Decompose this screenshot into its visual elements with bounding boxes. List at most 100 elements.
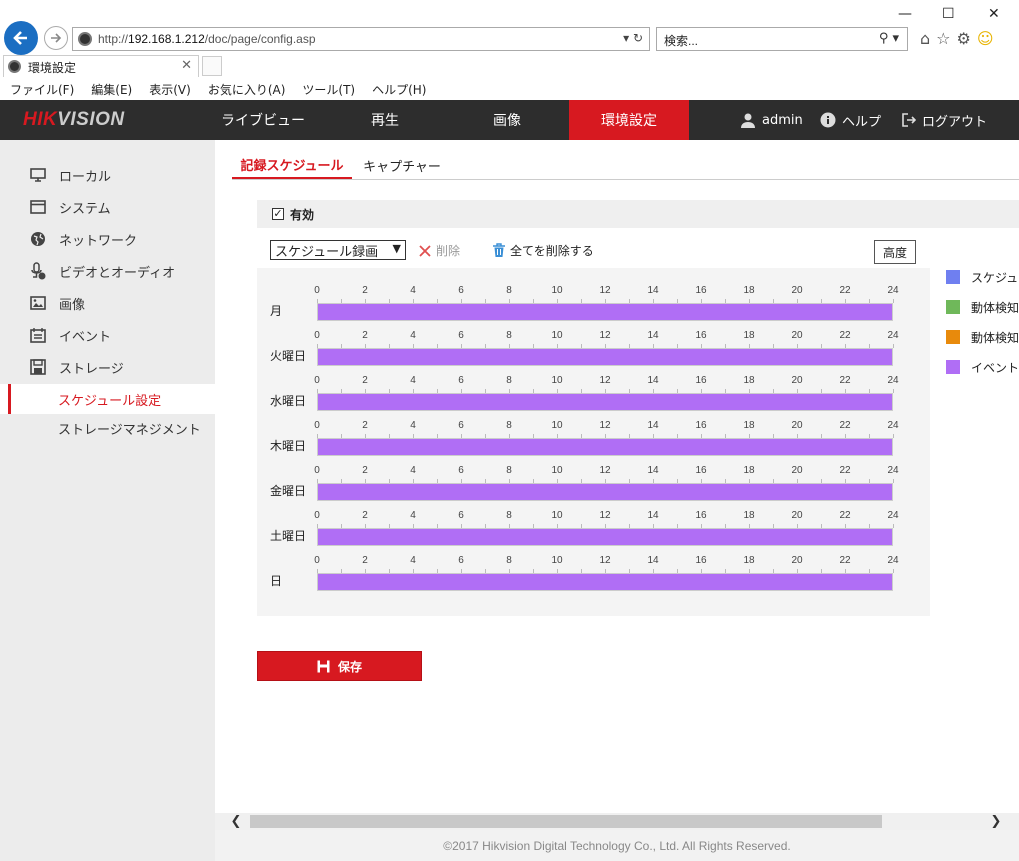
tick-label: 20 (791, 420, 803, 431)
close-window-button[interactable]: ✕ (988, 6, 1000, 22)
scroll-left-icon[interactable]: ❮ (227, 813, 245, 830)
schedule-segment[interactable] (318, 349, 892, 365)
tab-capture[interactable]: キャプチャー (352, 152, 452, 179)
horizontal-scrollbar[interactable]: ❮ ❯ (215, 813, 1019, 830)
day-schedule-bar[interactable] (317, 393, 893, 411)
schedule-segment[interactable] (318, 529, 892, 545)
help-link[interactable]: ヘルプ (820, 100, 881, 140)
tick-label: 12 (599, 420, 611, 431)
schedule-type-value: スケジュール録画 (275, 244, 379, 260)
sidebar-item-event[interactable]: イベント (0, 320, 215, 350)
legend-item: 動体検知 (946, 328, 1019, 346)
tab-close-icon[interactable]: ✕ (181, 58, 192, 73)
browser-search-box[interactable]: 検索... ⚲ ▾ (656, 27, 908, 51)
user-menu[interactable]: admin (740, 100, 803, 140)
tick-label: 0 (314, 555, 320, 566)
scroll-right-icon[interactable]: ❯ (987, 813, 1005, 830)
back-button[interactable] (4, 21, 38, 55)
address-controls[interactable]: ▾ ↻ (623, 31, 643, 45)
dropdown-icon[interactable]: ▾ (623, 31, 629, 45)
hour-tick (893, 389, 894, 393)
schedule-segment[interactable] (318, 304, 892, 320)
menu-view[interactable]: 表示(V) (149, 81, 191, 98)
home-icon[interactable]: ⌂ (920, 29, 930, 48)
tab-title: 環境設定 (28, 61, 77, 75)
menu-edit[interactable]: 編集(E) (91, 81, 132, 98)
new-tab-button[interactable] (202, 56, 222, 76)
advanced-button[interactable]: 高度 (874, 240, 916, 264)
day-schedule-bar[interactable] (317, 303, 893, 321)
sub-tabs: 記録スケジュール キャプチャー (232, 152, 1019, 180)
nav-live-view[interactable]: ライブビュー (203, 100, 323, 140)
day-schedule-bar[interactable] (317, 483, 893, 501)
favorites-star-icon[interactable]: ☆ (936, 29, 950, 48)
sidebar-item-storage[interactable]: ストレージ (0, 352, 215, 382)
tick-label: 0 (314, 420, 320, 431)
sidebar-sub-schedule-settings[interactable]: スケジュール設定 (0, 384, 215, 414)
scrollbar-thumb[interactable] (250, 815, 882, 828)
nav-playback[interactable]: 再生 (325, 100, 445, 140)
tick-label: 16 (695, 420, 707, 431)
day-label: 火曜日 (270, 349, 307, 363)
logout-link[interactable]: ログアウト (902, 100, 987, 140)
day-schedule-bar[interactable] (317, 348, 893, 366)
tick-label: 12 (599, 375, 611, 386)
hour-tick (893, 344, 894, 348)
enable-checkbox[interactable]: ✓ (272, 208, 284, 220)
tick-label: 2 (362, 555, 368, 566)
enable-label: 有効 (290, 207, 315, 222)
nav-configuration[interactable]: 環境設定 (569, 100, 689, 140)
tick-label: 8 (506, 330, 512, 341)
sidebar-sub-storage-management[interactable]: ストレージマネジメント (0, 413, 215, 443)
tick-label: 14 (647, 420, 659, 431)
menu-help[interactable]: ヘルプ(H) (372, 81, 426, 98)
image-icon (29, 295, 47, 311)
save-button[interactable]: 保存 (257, 651, 422, 681)
delete-button[interactable]: 削除 (418, 242, 460, 259)
app-header: HIKVISION ライブビュー 再生 画像 環境設定 admin ヘルプ ログ… (0, 100, 1019, 140)
browser-tab[interactable]: 環境設定 ✕ (3, 55, 199, 77)
sidebar-item-system[interactable]: システム (0, 192, 215, 222)
tick-label: 10 (551, 465, 563, 476)
sidebar-label-storage: ストレージ (59, 361, 124, 377)
hour-tick (893, 569, 894, 573)
smiley-feedback-icon[interactable]: ☺ (977, 29, 994, 48)
settings-gear-icon[interactable]: ⚙ (957, 29, 971, 48)
search-icon[interactable]: ⚲ ▾ (879, 31, 899, 46)
enable-row: ✓ 有効 (257, 200, 1019, 228)
schedule-type-select[interactable]: スケジュール録画 ▼ (270, 240, 406, 260)
refresh-icon[interactable]: ↻ (633, 31, 643, 45)
delete-all-label: 全てを削除する (510, 244, 594, 258)
forward-arrow-icon (51, 33, 62, 43)
sidebar-item-network[interactable]: ネットワーク (0, 224, 215, 254)
minimize-button[interactable]: — (898, 6, 912, 22)
tab-record-schedule[interactable]: 記録スケジュール (232, 152, 352, 179)
sidebar-label-video-audio: ビデオとオーディオ (59, 265, 176, 281)
tick-label: 12 (599, 285, 611, 296)
schedule-segment[interactable] (318, 394, 892, 410)
menu-favorites[interactable]: お気に入り(A) (208, 81, 286, 98)
tick-label: 18 (743, 330, 755, 341)
trash-icon (493, 243, 505, 257)
schedule-segment[interactable] (318, 439, 892, 455)
address-bar[interactable]: http://192.168.1.212/doc/page/config.asp… (72, 27, 650, 51)
schedule-segment[interactable] (318, 484, 892, 500)
tick-label: 24 (887, 420, 899, 431)
day-schedule-bar[interactable] (317, 438, 893, 456)
menu-file[interactable]: ファイル(F) (10, 81, 74, 98)
schedule-segment[interactable] (318, 574, 892, 590)
day-label: 日 (270, 574, 283, 588)
menu-tools[interactable]: ツール(T) (302, 81, 355, 98)
config-sidebar: ローカル システム ネットワーク ビデオとオーディオ 画像 イベント ストレージ… (0, 140, 215, 861)
sidebar-item-image[interactable]: 画像 (0, 288, 215, 318)
day-schedule-bar[interactable] (317, 528, 893, 546)
day-schedule-bar[interactable] (317, 573, 893, 591)
tick-label: 22 (839, 285, 851, 296)
maximize-button[interactable]: ☐ (942, 6, 955, 22)
sidebar-item-local[interactable]: ローカル (0, 160, 215, 190)
forward-button[interactable] (44, 26, 68, 50)
globe-icon (29, 231, 47, 247)
sidebar-item-video-audio[interactable]: ビデオとオーディオ (0, 256, 215, 286)
delete-all-button[interactable]: 全てを削除する (492, 242, 594, 259)
nav-picture[interactable]: 画像 (447, 100, 567, 140)
